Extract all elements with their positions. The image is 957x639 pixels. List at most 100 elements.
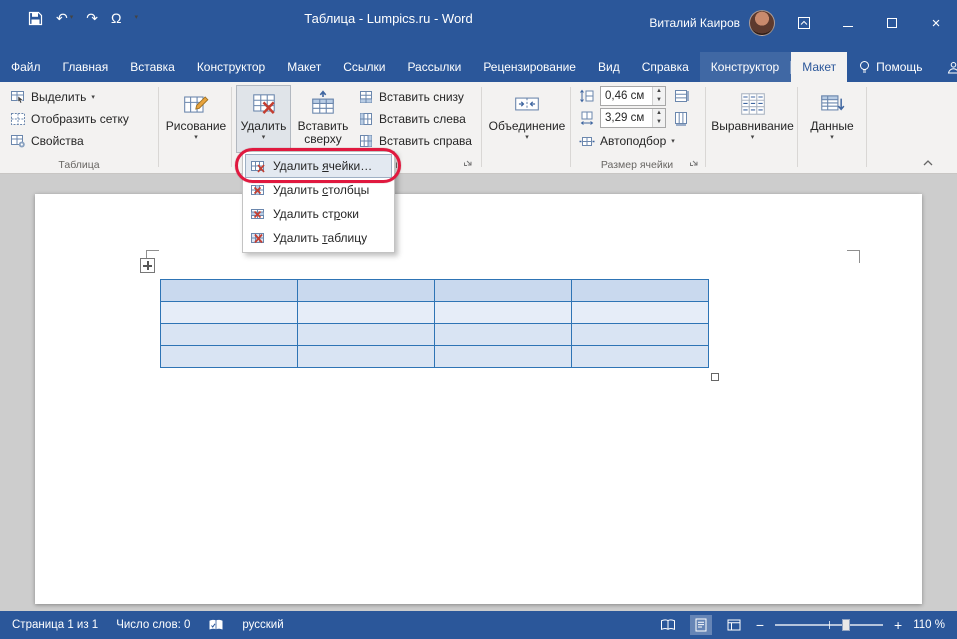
alignment-button[interactable]: Выравнивание ▾ (710, 85, 795, 153)
tab-design[interactable]: Конструктор (186, 52, 276, 82)
close-button[interactable]: × (921, 8, 951, 38)
tab-insert[interactable]: Вставка (119, 52, 186, 82)
table-cell[interactable] (435, 302, 572, 324)
tab-help-ref[interactable]: Справка (631, 52, 700, 82)
delete-rows-icon (250, 206, 266, 222)
table-cell[interactable] (161, 280, 298, 302)
tab-table-design[interactable]: Конструктор (700, 52, 790, 82)
menu-item-delete-rows[interactable]: Удалить строки (245, 202, 392, 226)
table-cell[interactable] (298, 346, 435, 368)
document-table[interactable] (160, 279, 709, 368)
document-page[interactable] (35, 194, 922, 604)
distribute-rows-button[interactable] (673, 88, 689, 109)
stepper-up-icon[interactable]: ▲ (653, 87, 665, 96)
web-layout-button[interactable] (723, 615, 745, 635)
table-cell[interactable] (161, 346, 298, 368)
draw-table-label: Рисование (166, 120, 226, 133)
tab-home[interactable]: Главная (52, 52, 120, 82)
table-cell[interactable] (572, 302, 709, 324)
tab-table-layout[interactable]: Макет (791, 52, 847, 82)
document-area[interactable] (0, 174, 957, 611)
zoom-slider[interactable] (775, 624, 883, 626)
zoom-slider-tick (829, 621, 830, 629)
insert-left-icon (358, 111, 374, 127)
collapse-ribbon-button[interactable] (922, 154, 934, 172)
tab-layout[interactable]: Макет (276, 52, 332, 82)
autofit-button[interactable]: Автоподбор ▾ (577, 130, 677, 151)
table-properties-button[interactable]: Свойства (8, 130, 86, 151)
table-cell[interactable] (161, 302, 298, 324)
table-cell[interactable] (435, 280, 572, 302)
spellcheck-status[interactable] (208, 619, 224, 632)
distribute-columns-button[interactable] (673, 110, 689, 131)
table-cell[interactable] (298, 302, 435, 324)
insert-below-button[interactable]: Вставить снизу (356, 86, 466, 107)
insert-right-button[interactable]: Вставить справа (356, 130, 474, 151)
column-width-icon (579, 110, 595, 126)
select-button[interactable]: Выделить ▾ (8, 86, 97, 107)
tab-view[interactable]: Вид (587, 52, 631, 82)
table-row (161, 324, 709, 346)
column-width-field[interactable]: 3,29 см ▲▼ (577, 107, 668, 128)
data-button[interactable]: Данные ▾ (802, 85, 862, 153)
insert-left-button[interactable]: Вставить слева (356, 108, 468, 129)
tab-references[interactable]: Ссылки (332, 52, 396, 82)
word-count[interactable]: Число слов: 0 (116, 619, 190, 631)
dialog-launcher-icon[interactable] (462, 155, 475, 168)
stepper-down-icon[interactable]: ▼ (653, 118, 665, 127)
table-cell[interactable] (572, 324, 709, 346)
zoom-slider-thumb[interactable] (842, 619, 850, 631)
table-move-handle[interactable] (140, 258, 155, 273)
tab-mailings[interactable]: Рассылки (396, 52, 472, 82)
print-layout-button[interactable] (690, 615, 712, 635)
avatar[interactable] (749, 10, 775, 36)
stepper-down-icon[interactable]: ▼ (653, 96, 665, 105)
zoom-out-button[interactable]: − (756, 617, 764, 633)
chevron-down-icon: ▾ (194, 133, 198, 141)
table-cell[interactable] (161, 324, 298, 346)
share-person-icon (947, 61, 957, 74)
minimize-button[interactable] (833, 8, 863, 38)
table-cell[interactable] (298, 280, 435, 302)
draw-table-button[interactable]: Рисование ▾ (163, 85, 229, 153)
maximize-button[interactable] (877, 8, 907, 38)
page-indicator[interactable]: Страница 1 из 1 (12, 619, 98, 631)
delete-table-icon (250, 90, 278, 118)
delete-table-icon (250, 230, 266, 246)
table-cell[interactable] (298, 324, 435, 346)
row-height-input[interactable]: 0,46 см ▲▼ (600, 86, 666, 106)
table-cell[interactable] (435, 346, 572, 368)
dialog-launcher-icon[interactable] (688, 155, 701, 168)
maximize-icon (886, 17, 898, 29)
language-indicator[interactable]: русский (242, 619, 283, 631)
table-resize-handle[interactable] (711, 373, 719, 381)
merge-button[interactable]: Объединение ▾ (487, 85, 567, 153)
view-gridlines-button[interactable]: Отобразить сетку (8, 108, 131, 129)
table-cell[interactable] (572, 280, 709, 302)
read-mode-button[interactable] (657, 615, 679, 635)
account-user[interactable]: Виталий Каиров (649, 10, 775, 36)
stepper[interactable]: ▲▼ (652, 87, 665, 105)
table-cell[interactable] (435, 324, 572, 346)
table-cell[interactable] (572, 346, 709, 368)
stepper-up-icon[interactable]: ▲ (653, 109, 665, 118)
stepper[interactable]: ▲▼ (652, 109, 665, 127)
ribbon-display-options-button[interactable] (789, 8, 819, 38)
menu-item-delete-cells[interactable]: Удалить ячейки… (245, 154, 392, 178)
delete-button[interactable]: Удалить ▾ (236, 85, 291, 153)
row-height-field[interactable]: 0,46 см ▲▼ (577, 85, 668, 106)
tab-review[interactable]: Рецензирование (472, 52, 587, 82)
ribbon-options-icon (797, 16, 811, 30)
chevron-down-icon: ▾ (751, 133, 755, 141)
tellme-help-button[interactable]: Помощь (847, 60, 933, 75)
share-button[interactable]: Поделиться (936, 60, 957, 74)
column-width-input[interactable]: 3,29 см ▲▼ (600, 108, 666, 128)
insert-above-button[interactable]: Вставить сверху (293, 85, 353, 153)
zoom-in-button[interactable]: + (894, 617, 902, 633)
spellcheck-book-icon (208, 619, 224, 632)
menu-item-delete-columns[interactable]: Удалить столбцы (245, 178, 392, 202)
menu-item-delete-table[interactable]: Удалить таблицу (245, 226, 392, 250)
distribute-columns-icon (673, 110, 689, 126)
zoom-level[interactable]: 110 % (913, 619, 945, 631)
tab-file[interactable]: Файл (0, 52, 52, 82)
